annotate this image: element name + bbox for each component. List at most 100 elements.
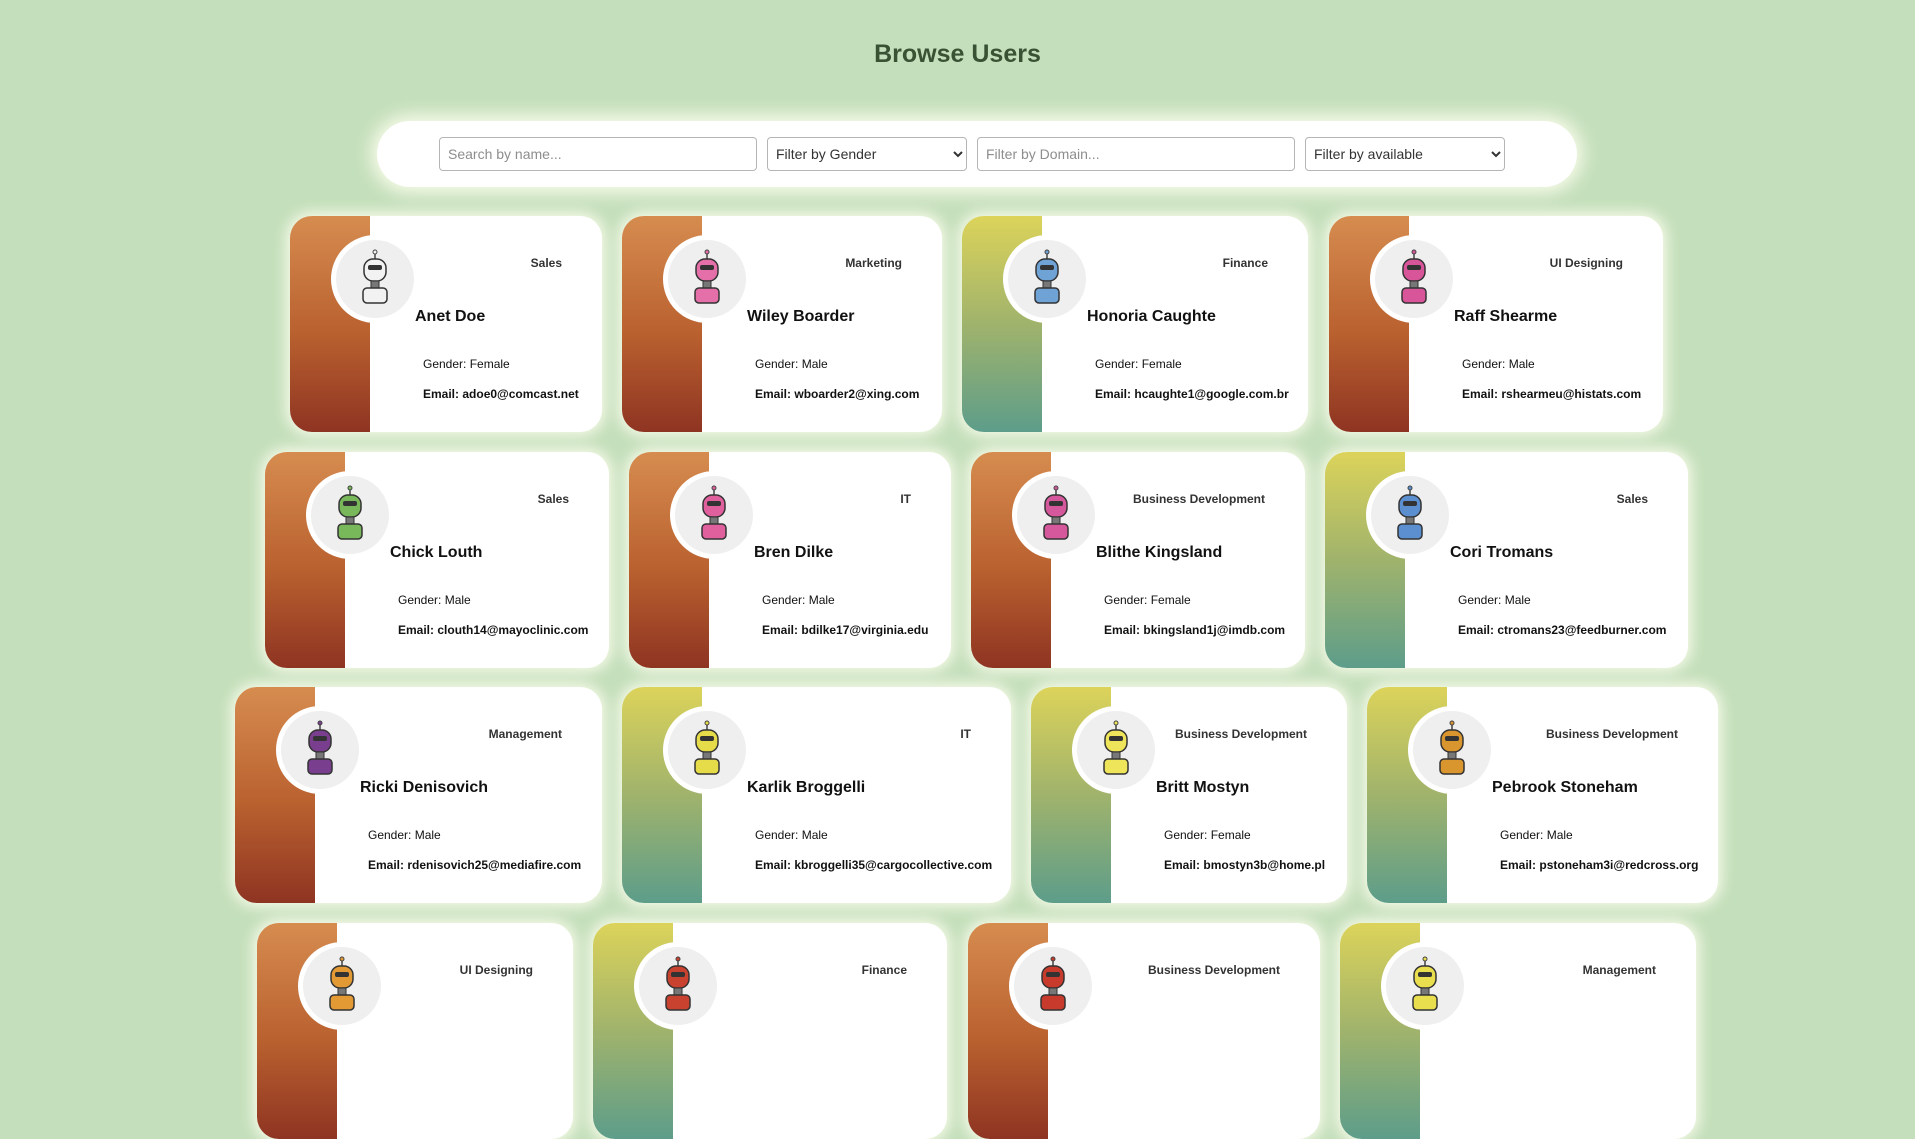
gender-value: Male — [1504, 593, 1531, 607]
robot-avatar-icon — [1439, 720, 1465, 775]
robot-avatar-icon — [665, 956, 691, 1011]
user-card[interactable]: UI Designing — [257, 923, 573, 1139]
user-gender: Gender: Female — [423, 357, 510, 371]
user-name: Chick Louth — [390, 544, 483, 561]
department-label: Finance — [861, 963, 907, 977]
user-card[interactable]: Marketing Wiley Boarder Gender: Male Email:… — [622, 216, 942, 432]
user-gender: Gender: Male — [762, 593, 835, 607]
email-prefix: Email: — [1500, 858, 1540, 872]
user-gender: Gender: Male — [368, 828, 441, 842]
robot-avatar-icon — [1040, 956, 1066, 1011]
email-value: rshearmeu@histats.com — [1501, 387, 1642, 401]
user-card[interactable]: UI Designing Raff Shearme Gender: Male Emai… — [1329, 216, 1663, 432]
user-gender: Gender: Female — [1164, 828, 1251, 842]
user-email: Email: bdilke17@virginia.edu — [762, 623, 928, 637]
user-card[interactable]: Sales Cori Tromans Gender: Male Email: ctro… — [1325, 452, 1688, 668]
robot-avatar-icon — [694, 720, 720, 775]
user-email: Email: hcaughte1@google.com.br — [1095, 387, 1289, 401]
email-value: hcaughte1@google.com.br — [1134, 387, 1289, 401]
gender-value: Male — [1508, 357, 1535, 371]
avatar — [1366, 471, 1454, 559]
user-email: Email: rshearmeu@histats.com — [1462, 387, 1641, 401]
user-card[interactable]: IT Bren Dilke Gender: Male Email: bdilke17@… — [629, 452, 951, 668]
search-name-input[interactable] — [439, 137, 757, 171]
robot-avatar-icon — [362, 249, 388, 304]
avatar — [276, 706, 364, 794]
robot-avatar-icon — [337, 485, 363, 540]
gender-prefix: Gender: — [423, 357, 470, 371]
department-label: Business Development — [1174, 727, 1307, 741]
robot-avatar-icon — [694, 249, 720, 304]
email-prefix: Email: — [368, 858, 408, 872]
gender-prefix: Gender: — [755, 357, 802, 371]
department-label: Business Development — [1147, 963, 1280, 977]
user-email: Email: bmostyn3b@home.pl — [1164, 858, 1325, 872]
gender-filter-select[interactable]: Filter by Gender — [767, 137, 967, 171]
user-email: Email: rdenisovich25@mediafire.com — [368, 858, 581, 872]
gender-prefix: Gender: — [755, 828, 802, 842]
gender-prefix: Gender: — [762, 593, 809, 607]
user-card[interactable]: Sales Anet Doe Gender: Female Email: adoe0@… — [290, 216, 602, 432]
user-card[interactable]: Business Development Pebrook Stoneham Gend… — [1367, 687, 1718, 903]
avatar — [1003, 235, 1091, 323]
robot-avatar-icon — [1034, 249, 1060, 304]
email-value: bkingsland1j@imdb.com — [1143, 623, 1286, 637]
department-label: IT — [900, 492, 911, 506]
gender-prefix: Gender: — [1500, 828, 1547, 842]
user-email: Email: adoe0@comcast.net — [423, 387, 579, 401]
user-card[interactable]: Finance — [593, 923, 947, 1139]
robot-avatar-icon — [1043, 485, 1069, 540]
email-value: bdilke17@virginia.edu — [801, 623, 929, 637]
department-label: UI Designing — [459, 963, 533, 977]
user-name: Raff Shearme — [1454, 308, 1558, 325]
domain-filter-input[interactable] — [977, 137, 1295, 171]
gender-value: Male — [414, 828, 441, 842]
user-card[interactable]: Management Ricki Denisovich Gender: Male Em… — [235, 687, 602, 903]
department-label: Sales — [530, 256, 562, 270]
user-card[interactable]: Business Development Blithe Kingsland Gend… — [971, 452, 1305, 668]
email-value: pstoneham3i@redcross.org — [1539, 858, 1699, 872]
user-name: Karlik Broggelli — [747, 779, 866, 796]
user-email: Email: bkingsland1j@imdb.com — [1104, 623, 1285, 637]
user-email: Email: ctromans23@feedburner.com — [1458, 623, 1666, 637]
department-label: Sales — [537, 492, 569, 506]
user-card[interactable]: Sales Chick Louth Gender: Male Email: clout… — [265, 452, 609, 668]
gender-prefix: Gender: — [1458, 593, 1505, 607]
email-value: kbroggelli35@cargocollective.com — [794, 858, 993, 872]
user-card[interactable]: Business Development — [968, 923, 1320, 1139]
email-value: adoe0@comcast.net — [462, 387, 579, 401]
avatar — [634, 942, 722, 1030]
avatar — [1408, 706, 1496, 794]
robot-avatar-icon — [307, 720, 333, 775]
user-name: Blithe Kingsland — [1096, 544, 1223, 561]
user-card[interactable]: Management — [1340, 923, 1696, 1139]
gender-value: Female — [1210, 828, 1251, 842]
filter-bar: Filter by Gender Filter by available — [377, 121, 1577, 187]
gender-value: Male — [808, 593, 835, 607]
gender-value: Male — [801, 828, 828, 842]
user-card[interactable]: Finance Honoria Caughte Gender: Female Emai… — [962, 216, 1308, 432]
avatar — [1012, 471, 1100, 559]
email-prefix: Email: — [1095, 387, 1135, 401]
robot-avatar-icon — [1401, 249, 1427, 304]
user-gender: Gender: Female — [1104, 593, 1191, 607]
user-card[interactable]: IT Karlik Broggelli Gender: Male Email: kbr… — [622, 687, 1011, 903]
user-name: Cori Tromans — [1450, 544, 1554, 561]
gender-prefix: Gender: — [1095, 357, 1142, 371]
department-label: Business Development — [1545, 727, 1678, 741]
department-label: Business Development — [1132, 492, 1265, 506]
gender-prefix: Gender: — [1462, 357, 1509, 371]
user-email: Email: kbroggelli35@cargocollective.com — [755, 858, 992, 872]
gender-value: Male — [1546, 828, 1573, 842]
gender-value: Female — [1141, 357, 1182, 371]
user-card[interactable]: Business Development Britt Mostyn Gender: … — [1031, 687, 1347, 903]
email-value: wboarder2@xing.com — [794, 387, 920, 401]
user-email: Email: clouth14@mayoclinic.com — [398, 623, 588, 637]
robot-avatar-icon — [329, 956, 355, 1011]
gender-value: Male — [801, 357, 828, 371]
user-name: Bren Dilke — [754, 544, 834, 561]
user-name: Pebrook Stoneham — [1492, 779, 1638, 796]
available-filter-select[interactable]: Filter by available — [1305, 137, 1505, 171]
user-email: Email: wboarder2@xing.com — [755, 387, 919, 401]
avatar — [331, 235, 419, 323]
